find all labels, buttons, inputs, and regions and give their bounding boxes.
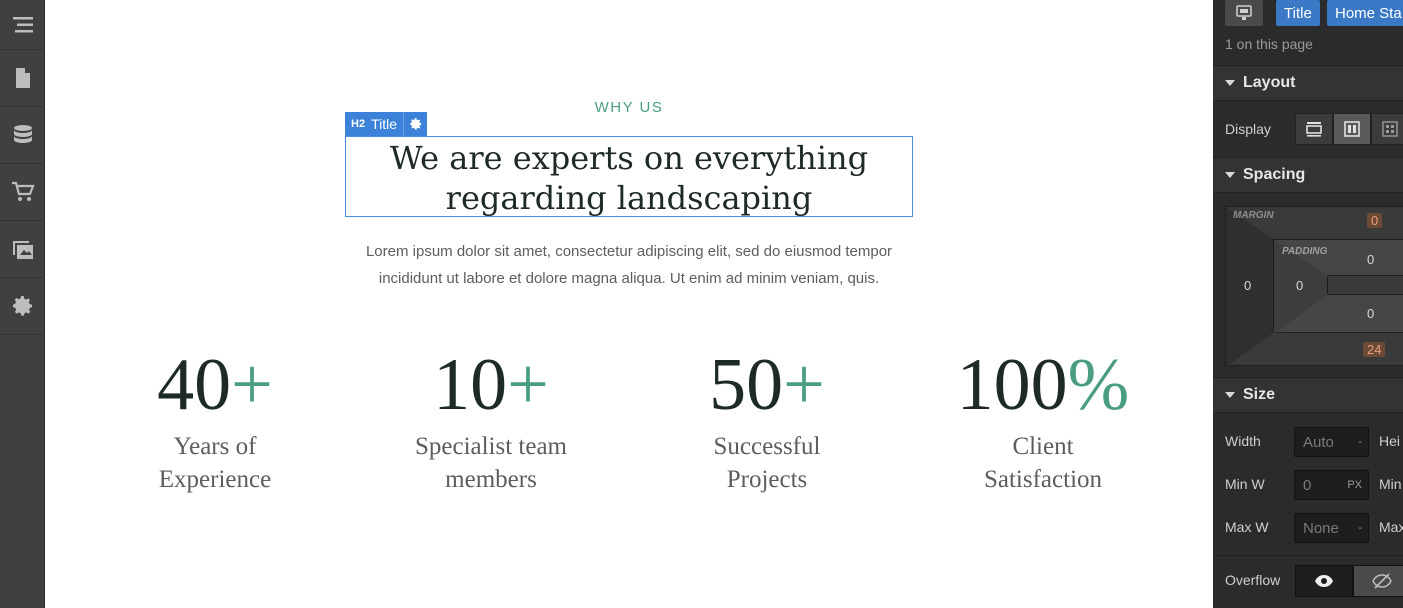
padding-left-value[interactable]: 0 — [1296, 278, 1303, 293]
selection-tag[interactable]: H2 Title — [345, 112, 427, 136]
min-width-unit[interactable]: PX — [1347, 479, 1362, 491]
class-chip-home[interactable]: Home Sta — [1327, 0, 1403, 26]
stat-label: Client Satisfaction — [983, 433, 1103, 493]
section-lead-paragraph[interactable]: Lorem ipsum dolor sit amet, consectetur … — [335, 238, 923, 292]
assets-icon[interactable] — [0, 221, 45, 278]
padding-box: PADDING 0 0 0 — [1273, 239, 1403, 334]
navigator-icon[interactable] — [0, 0, 45, 50]
stat-number: 50+ — [709, 344, 825, 426]
collapse-triangle-icon — [1225, 172, 1235, 178]
stat-projects[interactable]: 50+ Successful Projects — [647, 345, 887, 496]
headline-line-1: We are experts on everything — [389, 139, 869, 177]
stat-label: Specialist team members — [414, 433, 568, 493]
lead-line-2: incididunt ut labore et dolore magna ali… — [378, 270, 880, 287]
margin-left-value[interactable]: 0 — [1244, 278, 1251, 293]
width-label: Width — [1225, 433, 1261, 449]
section-layout-header[interactable]: Layout — [1213, 65, 1403, 101]
collapse-triangle-icon — [1225, 80, 1235, 86]
overflow-hidden-icon[interactable] — [1353, 565, 1403, 597]
min-height-label: Min — [1379, 476, 1402, 492]
width-unit[interactable]: - — [1358, 436, 1362, 448]
section-eyebrow[interactable]: WHY US — [45, 99, 1213, 116]
min-width-input[interactable]: 0 PX — [1294, 470, 1369, 500]
collapse-triangle-icon — [1225, 392, 1235, 398]
settings-icon[interactable] — [0, 278, 45, 335]
width-input[interactable]: Auto - — [1294, 427, 1369, 457]
padding-label: PADDING — [1282, 246, 1328, 257]
stat-number: 10+ — [433, 344, 549, 426]
stat-number: 40+ — [157, 344, 273, 426]
selection-label: Title — [371, 116, 397, 132]
cms-icon[interactable] — [0, 107, 45, 164]
style-panel: Title Home Sta 1 on this page Layout Dis… — [1213, 0, 1403, 608]
stat-satisfaction[interactable]: 100% Client Satisfaction — [923, 345, 1163, 496]
headline-line-2: regarding landscaping — [445, 179, 813, 217]
display-grid-icon[interactable] — [1371, 113, 1403, 145]
section-size-header[interactable]: Size — [1213, 377, 1403, 413]
content-box — [1327, 275, 1403, 295]
section-headline[interactable]: We are experts on everything regarding l… — [345, 138, 913, 218]
stat-number: 100% — [956, 344, 1130, 426]
display-block-icon[interactable] — [1295, 113, 1333, 145]
lead-line-1: Lorem ipsum dolor sit amet, consectetur … — [365, 243, 893, 260]
overflow-label: Overflow — [1225, 572, 1281, 588]
margin-bottom-value[interactable]: 24 — [1363, 342, 1386, 357]
stat-label: Successful Projects — [713, 433, 821, 493]
stat-label: Years of Experience — [158, 433, 272, 493]
max-height-label: Max — [1379, 519, 1403, 535]
display-options — [1295, 113, 1403, 145]
stat-team[interactable]: 10+ Specialist team members — [371, 345, 611, 496]
heading-level-badge: H2 — [351, 118, 366, 130]
class-chip-title[interactable]: Title — [1276, 0, 1320, 26]
display-flex-icon[interactable] — [1333, 113, 1371, 145]
left-toolbar — [0, 0, 45, 608]
max-width-label: Max W — [1225, 519, 1269, 535]
selector-count: 1 on this page — [1225, 36, 1313, 52]
padding-top-value[interactable]: 0 — [1367, 252, 1374, 267]
pages-icon[interactable] — [0, 50, 45, 107]
margin-top-value[interactable]: 0 — [1367, 213, 1383, 228]
margin-label: MARGIN — [1233, 210, 1274, 221]
section-spacing-header[interactable]: Spacing — [1213, 157, 1403, 193]
ecommerce-icon[interactable] — [0, 164, 45, 221]
selector-icon-button[interactable] — [1225, 0, 1263, 26]
stat-years[interactable]: 40+ Years of Experience — [95, 345, 335, 496]
overflow-options — [1295, 565, 1403, 597]
padding-bottom-value[interactable]: 0 — [1367, 306, 1374, 321]
max-width-unit[interactable]: - — [1358, 522, 1362, 534]
height-label: Hei — [1379, 433, 1401, 449]
element-settings-icon[interactable] — [403, 112, 427, 136]
display-label: Display — [1225, 121, 1271, 137]
max-width-input[interactable]: None - — [1294, 513, 1369, 543]
divider — [1213, 555, 1403, 556]
min-width-label: Min W — [1225, 476, 1265, 492]
design-canvas[interactable]: WHY US H2 Title We are experts on everyt… — [45, 0, 1213, 608]
overflow-visible-icon[interactable] — [1295, 565, 1353, 597]
spacing-box-model: MARGIN 0 0 24 PADDING 0 0 0 — [1225, 206, 1403, 367]
